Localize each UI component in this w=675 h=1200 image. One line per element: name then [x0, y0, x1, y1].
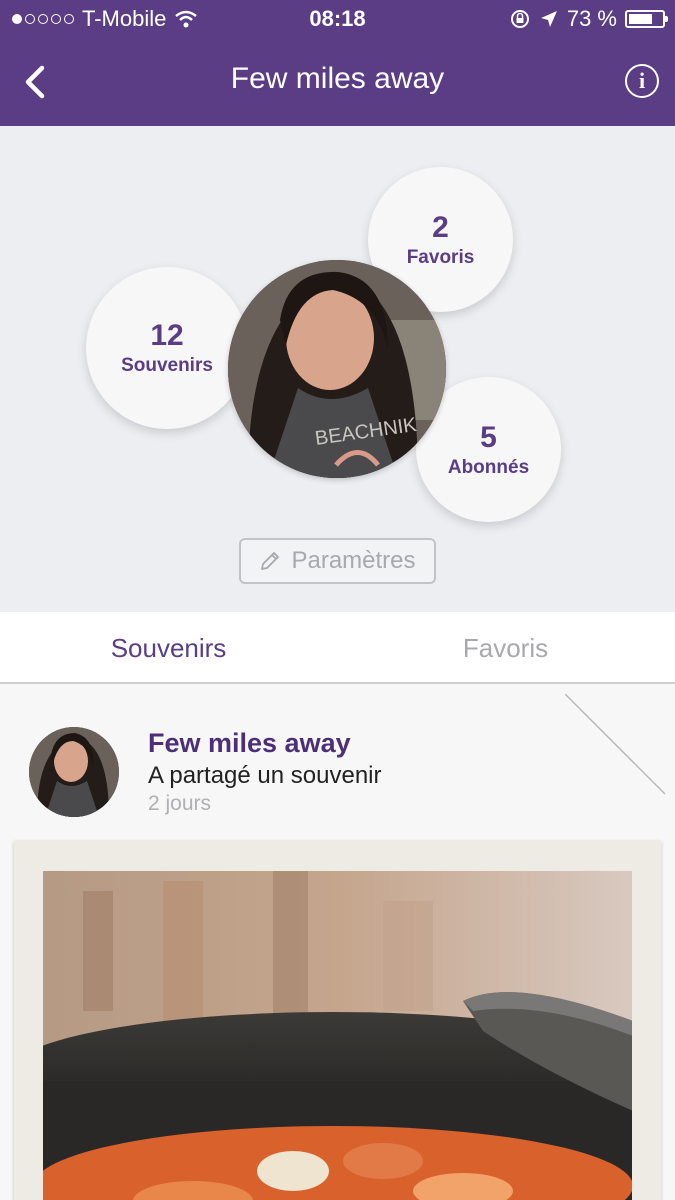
stat-abonnes-label: Abonnés [447, 457, 530, 478]
stat-souvenirs[interactable]: 12 Souvenirs [86, 267, 248, 429]
status-bar: T-Mobile 08:18 73 % [0, 0, 675, 38]
info-icon[interactable]: i [625, 64, 659, 98]
page-title: Few miles away [230, 62, 445, 95]
settings-button[interactable]: Paramètres [239, 538, 436, 584]
souvenir-photo [43, 871, 632, 1200]
post-author-avatar[interactable] [29, 727, 119, 817]
stat-souvenirs-label: Souvenirs [121, 355, 213, 376]
post-author-name[interactable]: Few miles away [148, 728, 351, 759]
profile-tabs: Souvenirs Favoris [0, 612, 675, 684]
stat-favoris-label: Favoris [406, 247, 475, 268]
author-photo [29, 727, 119, 817]
post-timestamp: 2 jours [148, 792, 212, 815]
rotation-lock-icon [510, 10, 529, 28]
profile-photo: BEACHNIK [228, 260, 446, 478]
status-right: 73 % [509, 6, 668, 32]
stat-favoris-count: 2 [432, 211, 449, 244]
feed: Few miles away A partagé un souvenir 2 j… [0, 684, 675, 1200]
pencil-icon [261, 552, 280, 570]
settings-label: Paramètres [291, 547, 416, 574]
post-action-text: A partagé un souvenir [148, 762, 382, 789]
food-pot-image [43, 871, 632, 1200]
location-arrow-icon [540, 11, 557, 27]
stat-souvenirs-count: 12 [150, 319, 184, 352]
tab-favoris[interactable]: Favoris [337, 612, 674, 682]
avatar[interactable]: BEACHNIK [228, 260, 446, 478]
battery-icon [625, 10, 668, 28]
nav-bar: Few miles away i [0, 38, 675, 126]
tab-souvenirs[interactable]: Souvenirs [0, 612, 337, 682]
stat-abonnes-count: 5 [480, 421, 497, 454]
battery-percent: 73 % [566, 6, 617, 31]
corner-fold-line [565, 694, 666, 795]
souvenir-card[interactable] [14, 841, 661, 1200]
profile-header: 12 Souvenirs 2 Favoris 5 Abonnés BEACHNI… [0, 126, 675, 612]
